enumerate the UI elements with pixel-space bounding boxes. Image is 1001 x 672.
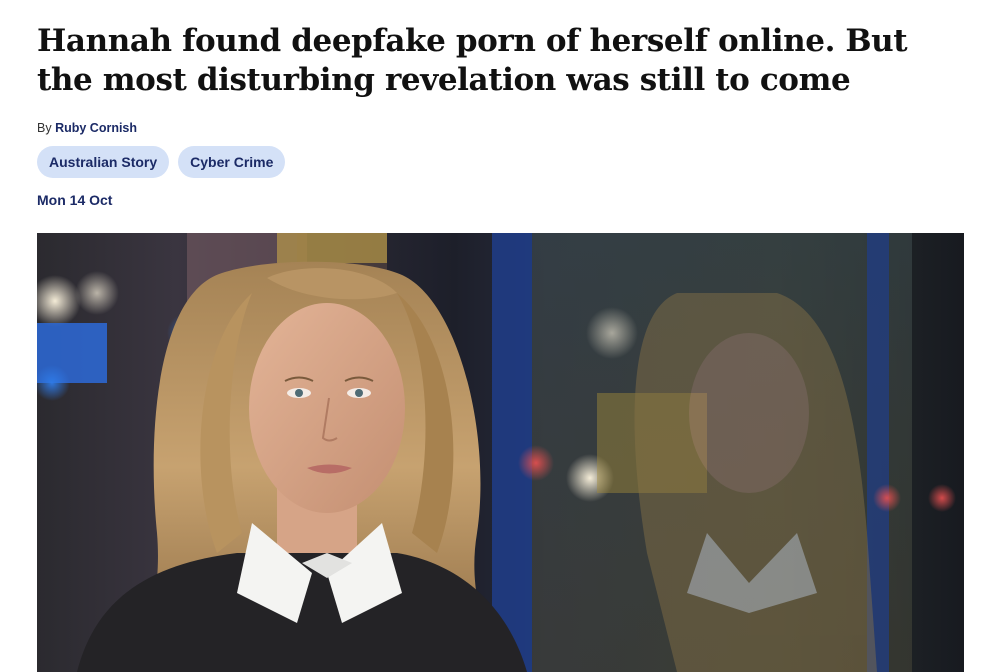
article-headline: Hannah found deepfake porn of herself on… — [37, 23, 908, 98]
article: Hannah found deepfake porn of herself on… — [37, 0, 964, 209]
hero-image — [37, 233, 964, 672]
publish-date: Mon 14 Oct — [37, 192, 113, 208]
byline-prefix: By — [37, 121, 52, 135]
hero-photo-illustration — [37, 233, 964, 672]
tag-australian-story[interactable]: Australian Story — [37, 146, 170, 178]
byline: By Ruby Cornish — [37, 120, 964, 136]
topic-tags: Australian Story Cyber Crime — [37, 146, 964, 178]
tag-cyber-crime[interactable]: Cyber Crime — [178, 146, 286, 178]
author-link[interactable]: Ruby Cornish — [55, 121, 137, 135]
